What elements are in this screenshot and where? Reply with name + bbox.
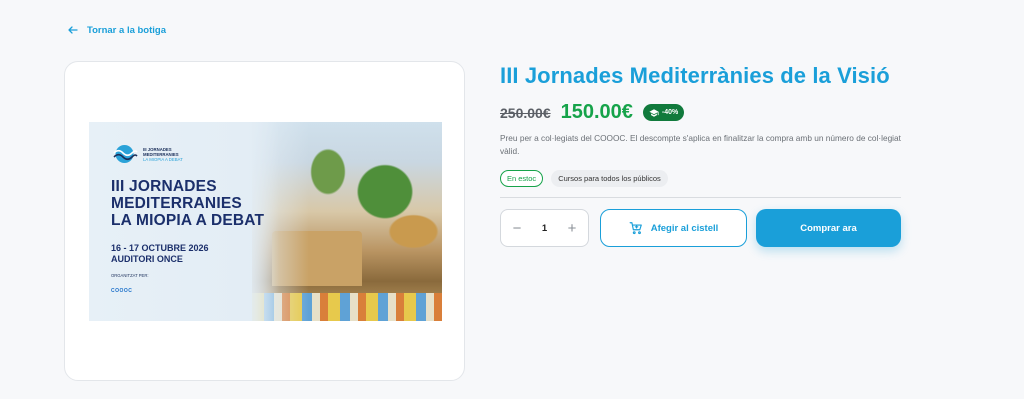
event-date: 16 - 17 OCTUBRE 2026 [111, 243, 209, 253]
product-image-card: III JORNADES MEDITERRANIES LA MIOPIA A D… [64, 61, 465, 381]
original-price: 250.00€ [500, 104, 551, 121]
logo-line-3: LA MIOPIA A DEBAT [143, 156, 183, 162]
course-category-tag: Cursos para todos los públicos [551, 170, 668, 187]
banner-headline: III JORNADES MEDITERRANIES LA MIOPIA A D… [111, 178, 265, 229]
discount-badge: -40% [642, 104, 685, 121]
banner-date-venue: 16 - 17 OCTUBRE 2026 AUDITORI ONCE [111, 243, 209, 265]
event-venue: AUDITORI ONCE [111, 254, 183, 264]
organizer-logo: COOOC [111, 288, 133, 294]
event-logo: III JORNADES MEDITERRANIES LA MIOPIA A D… [111, 144, 183, 164]
buy-now-button[interactable]: Comprar ara [756, 209, 901, 247]
organizer-label: ORGANITZAT PER: [111, 273, 149, 278]
graduation-cap-icon [649, 108, 659, 117]
back-link-label: Tornar a la botiga [87, 24, 167, 36]
price-row: 250.00€ 150.00€ -40% [500, 101, 685, 124]
back-to-shop-link[interactable]: Tornar a la botiga [67, 24, 166, 36]
logo-line-2: MEDITERRANIES [143, 151, 179, 157]
cart-plus-icon [629, 222, 642, 235]
divider [500, 197, 901, 198]
quantity-value[interactable]: 1 [542, 223, 547, 234]
stock-status-badge: En estoc [500, 170, 544, 187]
product-tags: En estoc Cursos para todos los públicos [500, 170, 668, 187]
price-description: Preu per a col·legiats del COOOC. El des… [500, 133, 901, 156]
increase-quantity-button[interactable]: + [566, 220, 578, 237]
arrow-left-icon [68, 26, 78, 34]
wave-logo-icon [113, 145, 138, 163]
add-to-cart-button[interactable]: Afegir al cistell [600, 209, 747, 247]
discounted-price: 150.00€ [560, 101, 633, 123]
product-title: III Jornades Mediterrànies de la Visió [500, 63, 890, 88]
decrease-quantity-button[interactable]: − [511, 220, 523, 237]
product-banner-image: III JORNADES MEDITERRANIES LA MIOPIA A D… [89, 122, 442, 321]
quantity-stepper: − 1 + [500, 209, 589, 247]
